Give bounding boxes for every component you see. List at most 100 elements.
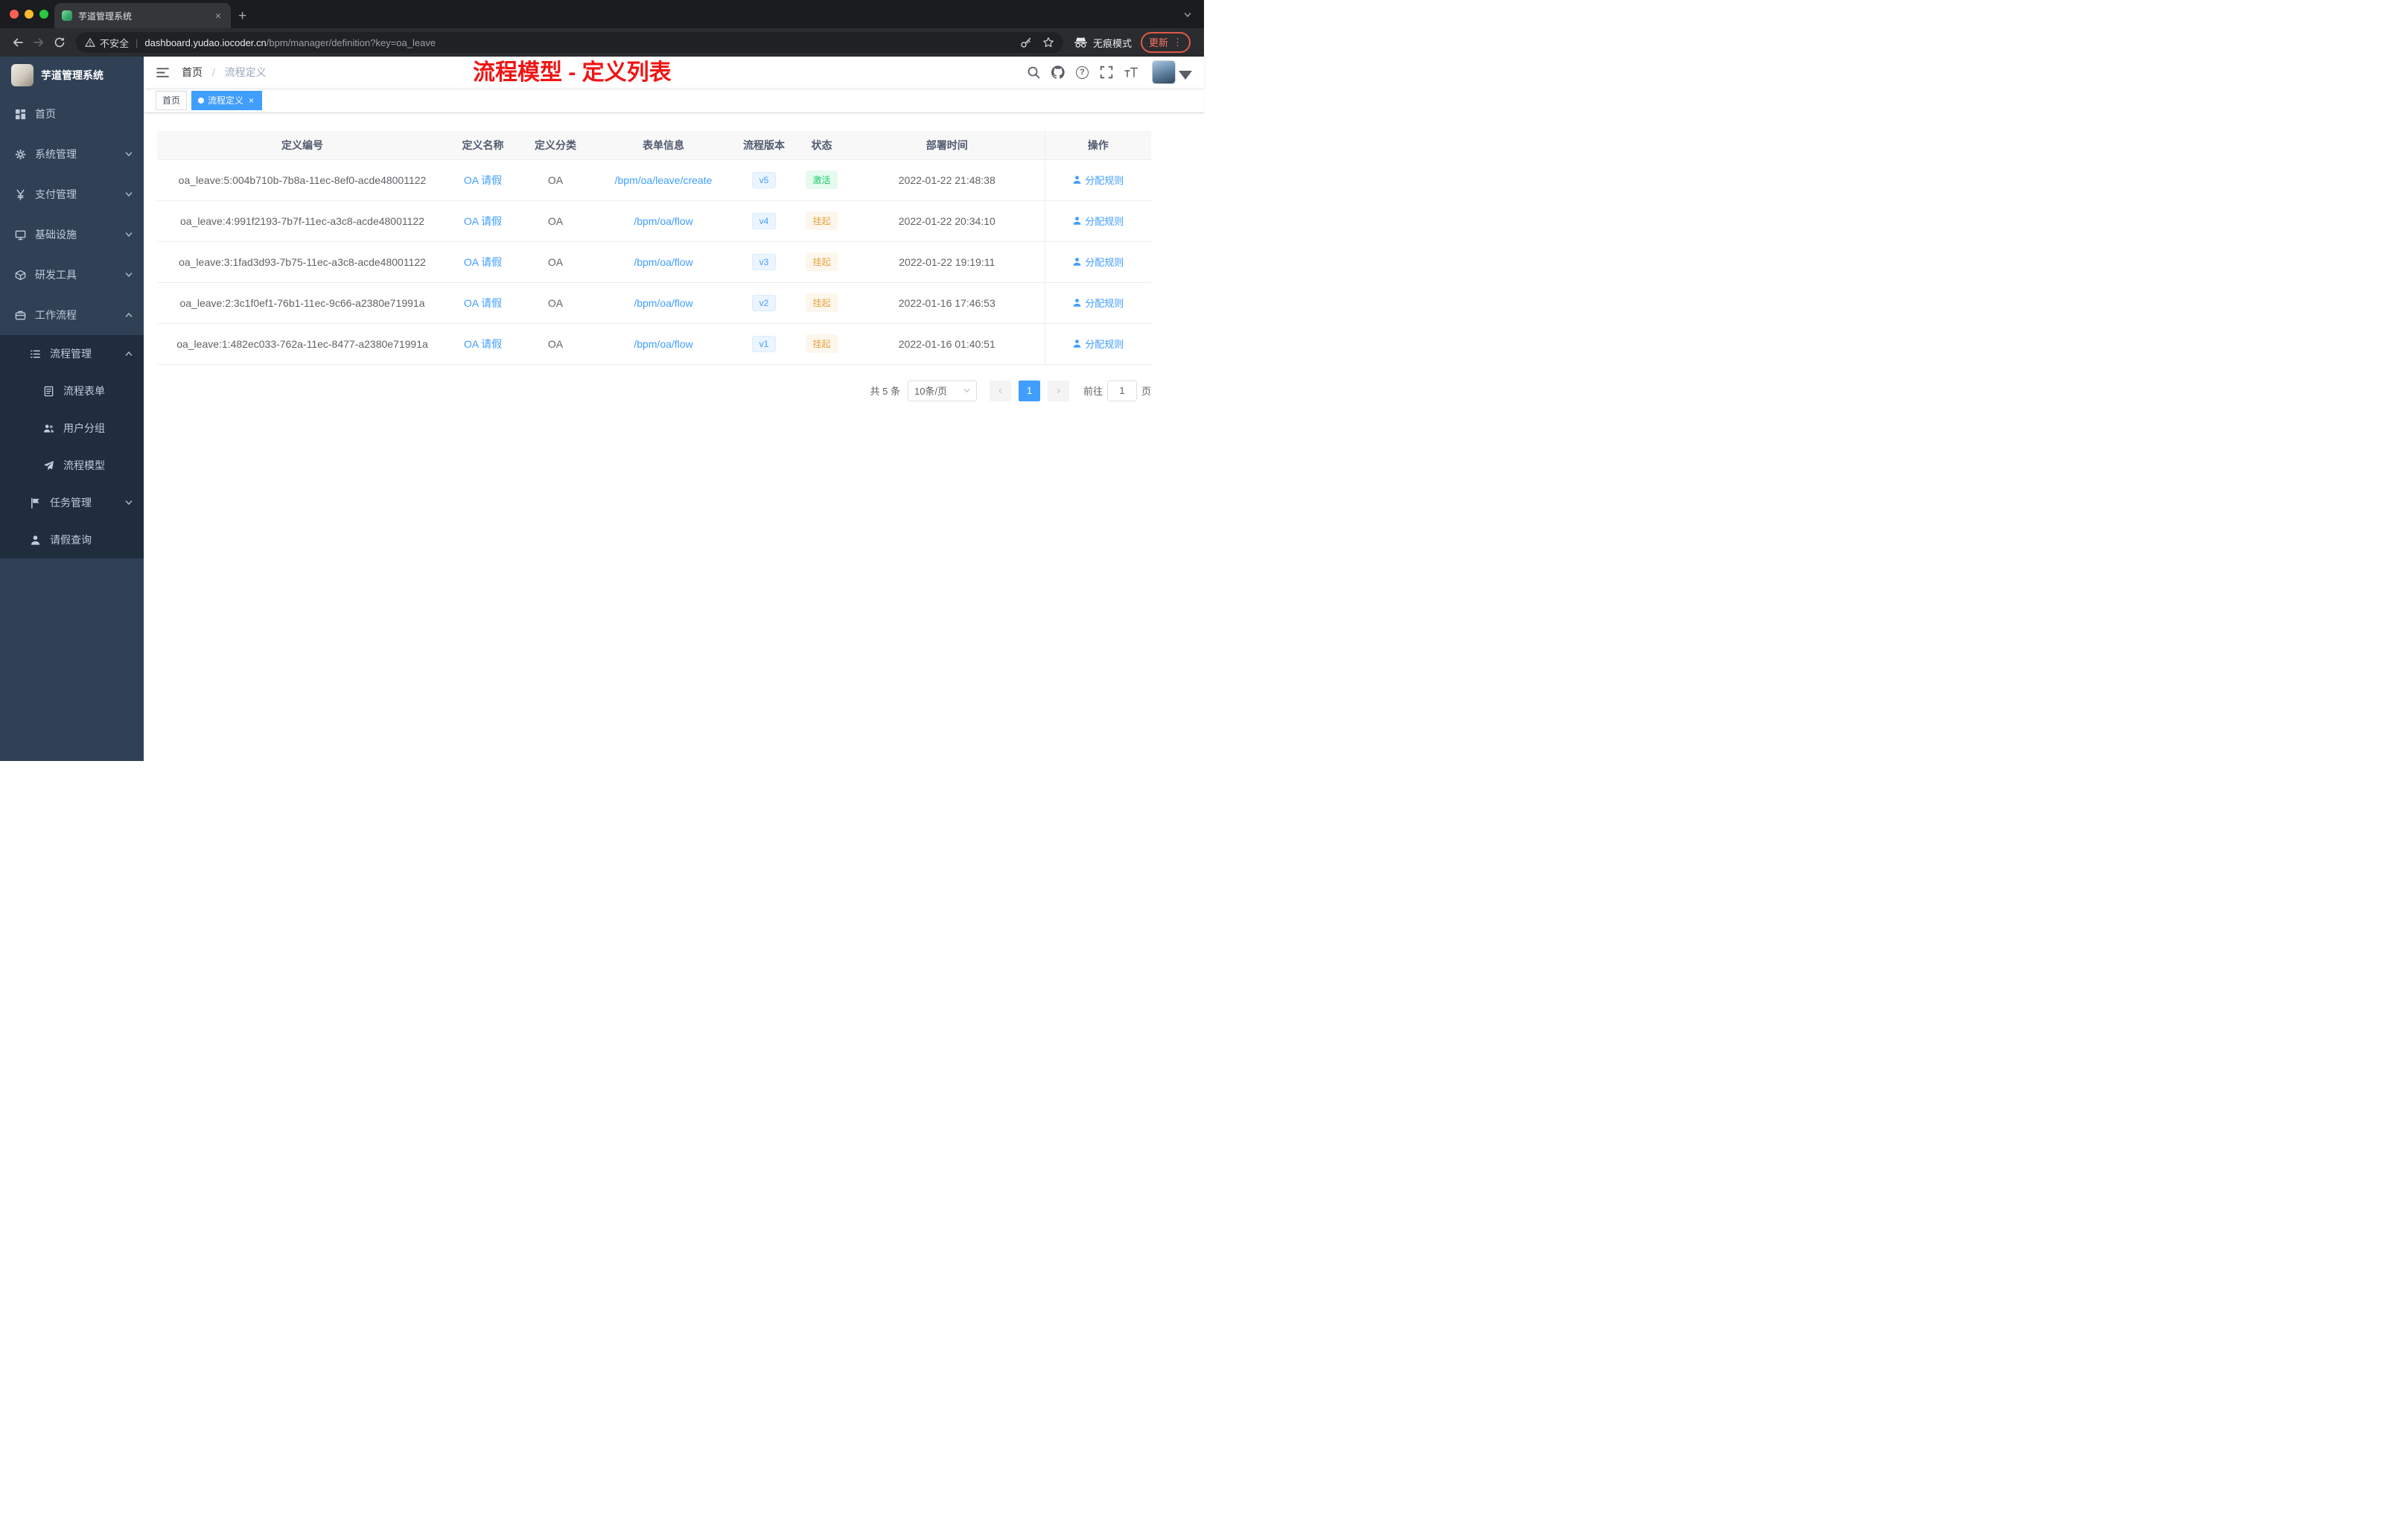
goto-page-input[interactable] [1106, 380, 1137, 401]
cell-actions: 分配规则 [1044, 323, 1151, 365]
menu-item-icon [30, 497, 41, 509]
current-page-button[interactable]: 1 [1018, 380, 1040, 401]
form-info-link[interactable]: /bpm/oa/flow [634, 338, 692, 350]
assign-rule-button[interactable]: 分配规则 [1072, 214, 1124, 228]
url-domain: dashboard.yudao.iocoder.cn [144, 36, 267, 48]
page-size-select[interactable]: 10条/页 [907, 380, 977, 401]
cell-category: OA [518, 282, 593, 324]
address-bar[interactable]: 不安全 | dashboard.yudao.iocoder.cn/bpm/man… [76, 32, 1063, 53]
new-tab-button[interactable]: + [238, 9, 246, 23]
cell-category: OA [518, 241, 593, 283]
version-badge: v2 [751, 294, 777, 311]
cell-definition-id: oa_leave:4:991f2193-7b7f-11ec-a3c8-acde4… [157, 200, 447, 242]
sidebar-menu-item[interactable]: 研发工具 [0, 255, 144, 295]
tag-close-icon[interactable]: × [247, 95, 255, 106]
assign-rule-button[interactable]: 分配规则 [1072, 337, 1124, 351]
url-path: /bpm/manager/definition?key=oa_leave [266, 36, 436, 48]
breadcrumb-current: 流程定义 [224, 66, 267, 78]
assign-rule-button[interactable]: 分配规则 [1072, 296, 1124, 310]
window-minimize-button[interactable] [25, 10, 34, 19]
traffic-lights [10, 10, 48, 19]
bookmark-star-icon[interactable] [1042, 36, 1054, 48]
reload-button[interactable] [49, 32, 70, 53]
assign-rule-button[interactable]: 分配规则 [1072, 173, 1124, 187]
tags-view-tag[interactable]: 首页 × [156, 90, 188, 110]
sidebar-menu-item[interactable]: 支付管理 [0, 174, 144, 214]
definition-name-link[interactable]: OA 请假 [464, 174, 502, 186]
cell-version: v5 [734, 159, 794, 201]
menu-item-label: 研发工具 [35, 269, 77, 281]
column-header: 定义分类 [518, 131, 593, 160]
window-close-button[interactable] [10, 10, 19, 19]
menu-item-label: 流程模型 [63, 459, 105, 471]
sidebar-menu: 首页 系统管理 支付管理 基础设施 研发工具 工作流程 流程管理 流程表单 用户… [0, 94, 144, 558]
password-key-icon[interactable] [1020, 36, 1032, 48]
chevron-icon [124, 349, 133, 358]
version-badge: v5 [751, 171, 777, 188]
back-button[interactable] [7, 32, 28, 53]
browser-tab[interactable]: 芋道管理系统 × [54, 3, 231, 28]
menu-item-icon [15, 229, 26, 241]
cell-definition-id: oa_leave:1:482ec033-762a-11ec-8477-a2380… [157, 323, 447, 365]
menu-item-icon [30, 535, 41, 546]
update-label: 更新 [1148, 37, 1168, 48]
tags-view-tag[interactable]: 流程定义 × [191, 90, 263, 110]
sidebar-logo[interactable]: 芋道管理系统 [0, 57, 144, 94]
hamburger-icon[interactable] [156, 66, 170, 79]
font-size-icon[interactable] [1124, 66, 1138, 79]
menu-item-icon [15, 270, 26, 281]
prev-page-button[interactable]: ‹ [989, 380, 1011, 401]
sidebar-menu-item[interactable]: 流程管理 [0, 335, 144, 372]
main-area: 首页 / 流程定义 流程模型 - 定义列表 ? 首页 流程定义 × 定义编号 定… [144, 57, 1204, 761]
github-icon[interactable] [1051, 66, 1065, 79]
menu-item-icon [30, 348, 41, 360]
browser-menu-icon[interactable]: ⋮ [1173, 36, 1182, 48]
forward-button[interactable] [28, 32, 49, 53]
security-label[interactable]: 不安全 [100, 36, 129, 50]
fullscreen-icon[interactable] [1100, 66, 1113, 79]
definition-name-link[interactable]: OA 请假 [464, 297, 502, 309]
cell-deploy-time: 2022-01-22 19:19:11 [850, 241, 1045, 283]
sidebar-menu-item[interactable]: 基础设施 [0, 214, 144, 255]
cell-version: v2 [734, 282, 794, 324]
sidebar-menu-item[interactable]: 流程表单 [0, 372, 144, 410]
user-menu[interactable] [1152, 60, 1192, 84]
sidebar: 芋道管理系统 首页 系统管理 支付管理 基础设施 研发工具 工作流程 流程管理 … [0, 57, 144, 761]
sidebar-menu-item[interactable]: 工作流程 [0, 295, 144, 335]
form-info-link[interactable]: /bpm/oa/flow [634, 215, 692, 227]
sidebar-menu-item[interactable]: 系统管理 [0, 134, 144, 174]
help-icon[interactable]: ? [1076, 66, 1089, 79]
browser-window: 芋道管理系统 × + 不安全 | dashboard.yudao.iocoder… [0, 0, 1204, 57]
breadcrumb-home[interactable]: 首页 [182, 66, 203, 78]
form-info-link[interactable]: /bpm/oa/leave/create [615, 174, 713, 186]
cell-definition-name: OA 请假 [447, 159, 518, 201]
search-icon[interactable] [1027, 66, 1040, 79]
sidebar-menu-item[interactable]: 请假查询 [0, 521, 144, 558]
avatar[interactable] [1152, 60, 1176, 84]
sidebar-menu-item[interactable]: 用户分组 [0, 410, 144, 447]
sidebar-menu-item[interactable]: 任务管理 [0, 484, 144, 521]
next-page-button[interactable]: › [1047, 380, 1069, 401]
definition-name-link[interactable]: OA 请假 [464, 338, 502, 350]
menu-item-icon [43, 460, 54, 471]
assign-rule-button[interactable]: 分配规则 [1072, 255, 1124, 269]
browser-update-button[interactable]: 更新 ⋮ [1140, 32, 1191, 53]
cell-actions: 分配规则 [1044, 159, 1151, 201]
user-icon [1072, 339, 1082, 348]
window-zoom-button[interactable] [39, 10, 48, 19]
form-info-link[interactable]: /bpm/oa/flow [634, 297, 692, 309]
page-size-value: 10条/页 [914, 386, 948, 397]
assign-rule-label: 分配规则 [1085, 257, 1124, 268]
incognito-badge: 无痕模式 [1074, 36, 1132, 50]
tab-search-chevron-icon[interactable] [1183, 10, 1192, 19]
form-info-link[interactable]: /bpm/oa/flow [634, 256, 692, 268]
caret-down-icon [1179, 69, 1192, 82]
definition-name-link[interactable]: OA 请假 [464, 215, 502, 227]
tab-close-icon[interactable]: × [213, 10, 223, 22]
definition-name-link[interactable]: OA 请假 [464, 256, 502, 268]
menu-item-label: 请假查询 [50, 534, 92, 546]
breadcrumb: 首页 / 流程定义 [182, 65, 267, 80]
sidebar-menu-item[interactable]: 流程模型 [0, 447, 144, 484]
cell-form-info: /bpm/oa/leave/create [593, 159, 734, 201]
sidebar-menu-item[interactable]: 首页 [0, 94, 144, 134]
